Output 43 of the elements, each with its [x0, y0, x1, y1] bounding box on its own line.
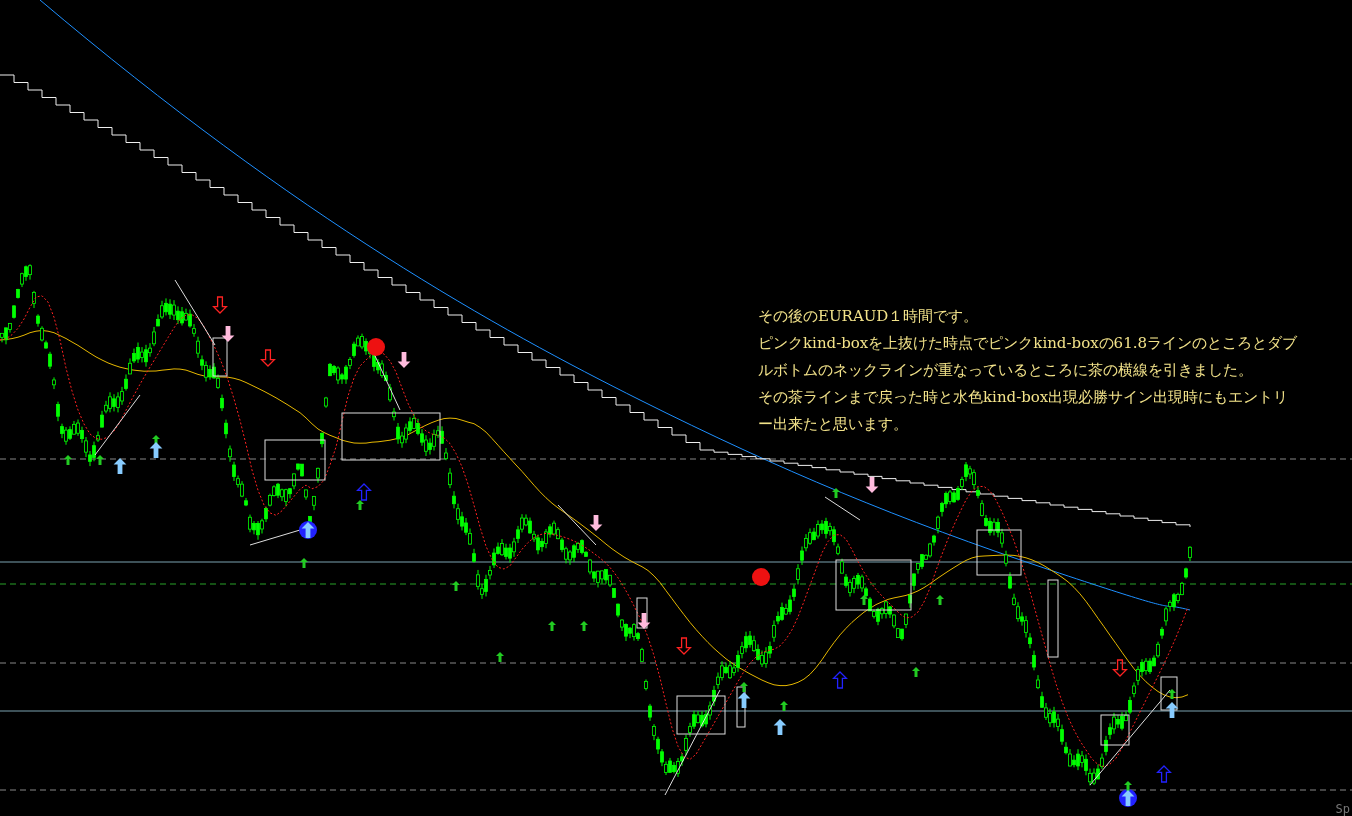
- corner-label: Sp: [1335, 802, 1350, 816]
- up-arrow-icon: [1165, 702, 1179, 718]
- up-arrow-icon: [780, 701, 788, 711]
- up-arrow-icon: [452, 581, 460, 591]
- box-outline: [636, 597, 648, 629]
- down-arrow-icon: [676, 637, 692, 655]
- annotation-text: ルボトムのネックラインが重なっているところに茶の横線を引きました。: [758, 360, 1253, 380]
- down-arrow-icon: [221, 326, 235, 342]
- up-arrow-icon: [860, 595, 868, 605]
- circle-marker: [752, 568, 770, 586]
- box-outline: [676, 695, 726, 735]
- up-arrow-icon: [113, 458, 127, 474]
- down-arrow-icon: [1112, 659, 1128, 677]
- up-arrow-icon: [496, 652, 504, 662]
- annotation-text: その茶ラインまで戻った時と水色kind-box出現必勝サイン出現時にもエントリ: [758, 387, 1289, 407]
- up-arrow-icon: [1168, 689, 1176, 699]
- annotation-text: ー出来たと思います。: [758, 414, 908, 434]
- down-arrow-icon: [865, 477, 879, 493]
- up-arrow-icon: [580, 621, 588, 631]
- up-arrow-icon: [912, 667, 920, 677]
- box-outline: [976, 529, 1022, 576]
- annotation-text: その後のEURAUD１時間です。: [758, 306, 979, 326]
- down-arrow-icon: [637, 613, 651, 629]
- down-arrow-icon: [397, 352, 411, 368]
- up-arrow-icon: [1156, 765, 1172, 783]
- up-arrow-icon: [64, 455, 72, 465]
- down-arrow-icon: [260, 349, 276, 367]
- box-outline: [1100, 714, 1130, 746]
- up-arrow-icon: [300, 558, 308, 568]
- circle-marker: [367, 338, 385, 356]
- down-arrow-icon: [212, 296, 228, 314]
- annotation-text: ピンクkind-boxを上抜けた時点でピンクkind-boxの61.8ラインのところとダブ: [758, 333, 1298, 353]
- box-outline: [212, 337, 228, 377]
- box-outline: [736, 686, 746, 728]
- up-arrow-icon: [773, 719, 787, 735]
- up-arrow-icon: [96, 455, 104, 465]
- up-arrow-icon: [936, 595, 944, 605]
- box-outline: [1160, 676, 1178, 711]
- up-arrow-icon: [548, 621, 556, 631]
- box-outline: [264, 439, 326, 481]
- up-arrow-icon: [832, 488, 840, 498]
- up-arrow-icon: [832, 671, 848, 689]
- down-arrow-icon: [589, 515, 603, 531]
